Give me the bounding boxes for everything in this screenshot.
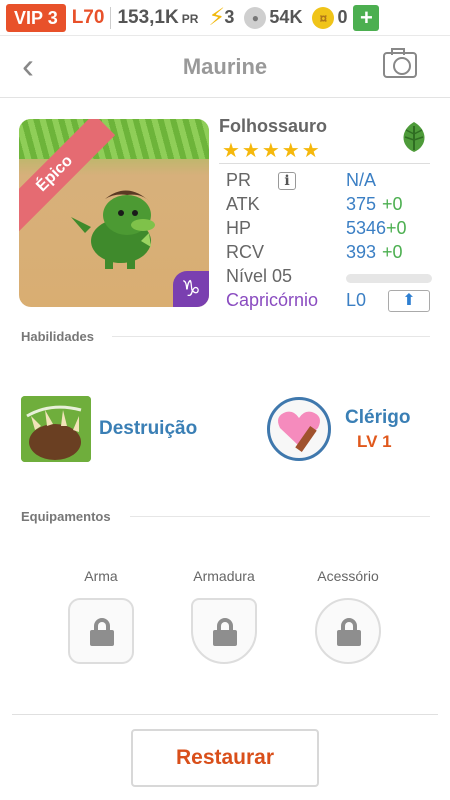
armor-slot[interactable] — [191, 598, 257, 664]
accessory-slot[interactable] — [315, 598, 381, 664]
lightning-icon: ⚡ — [208, 3, 226, 31]
divider — [219, 163, 430, 164]
stat-value-group: 5346+0 — [346, 218, 407, 239]
paw-icon: ● — [244, 6, 267, 29]
claw-icon — [21, 396, 91, 462]
stat-pr: PR i N/A — [226, 170, 432, 194]
skill-cleric-icon[interactable] — [267, 397, 331, 461]
restore-button[interactable]: Restaurar — [131, 729, 319, 787]
skill-level: LV 1 — [357, 432, 392, 451]
equipment-section-title: Equipamentos — [21, 509, 111, 524]
add-currency-button[interactable]: + — [353, 4, 380, 31]
heart-icon — [278, 411, 320, 452]
dinosaur-image — [71, 190, 155, 269]
pet-portrait[interactable]: Épico ♑ — [19, 119, 209, 307]
stat-label: Nível 05 — [226, 266, 293, 286]
stat-label: PR — [226, 170, 252, 190]
stat-label: RCV — [226, 242, 265, 262]
stat-hp: HP 5346+0 — [226, 218, 432, 242]
pet-species-name: Folhossauro — [219, 116, 328, 136]
divider — [110, 6, 112, 29]
lock-icon — [90, 618, 114, 646]
energy-value: 3 — [224, 7, 235, 27]
stat-label: ATK — [226, 194, 260, 214]
lock-icon — [213, 618, 237, 646]
stat-label: HP — [226, 218, 252, 238]
skill-name[interactable]: Destruição — [99, 418, 197, 440]
player-power-value: 153,1K — [117, 6, 179, 28]
stat-zodiac: Capricórnio L0 ⬆ — [226, 290, 432, 314]
skills-section-title: Habilidades — [21, 329, 94, 344]
accessory-label: Acessório — [317, 568, 379, 584]
stat-value: 393 — [346, 242, 377, 262]
stat-atk: ATK 375 +0 — [226, 194, 432, 218]
divider — [112, 336, 430, 337]
stat-bonus: +0 — [382, 194, 403, 214]
page-header: ‹ Maurine — [0, 36, 450, 98]
lock-icon — [337, 618, 361, 646]
stat-value-group: 393 +0 — [346, 242, 403, 263]
camera-icon[interactable] — [383, 48, 417, 78]
status-bar: VIP 3 L70 153,1K PR ⚡ 3 ● 54K ¤ 0 + — [0, 0, 450, 36]
player-power-unit: PR — [181, 11, 199, 26]
skill-name[interactable]: Clérigo — [345, 407, 410, 429]
divider — [12, 714, 438, 715]
zodiac-label[interactable]: Capricórnio — [226, 290, 318, 311]
paw-currency[interactable]: ● 54K — [244, 6, 303, 29]
energy-counter[interactable]: ⚡ 3 — [208, 3, 235, 31]
level-progress-bar — [346, 274, 432, 283]
stat-value-group: 375 +0 — [346, 194, 403, 215]
paw-value: 54K — [269, 7, 303, 27]
stat-bonus: +0 — [386, 218, 407, 238]
coin-value: 0 — [337, 7, 348, 27]
stat-value: N/A — [346, 170, 377, 190]
coin-icon: ¤ — [312, 6, 335, 29]
stats-panel: PR i N/A ATK 375 +0 HP 5346+0 RCV 393 +0 N… — [226, 170, 432, 314]
stat-bonus: +0 — [382, 242, 403, 262]
zodiac-level: L0 — [346, 290, 367, 310]
weapon-label: Arma — [84, 568, 118, 584]
grass-background — [19, 119, 209, 159]
player-level: L70 — [71, 6, 105, 28]
coin-currency[interactable]: ¤ 0 — [312, 6, 348, 29]
vip-badge[interactable]: VIP 3 — [6, 3, 66, 32]
skill-claw-icon[interactable] — [21, 396, 91, 462]
info-icon[interactable]: i — [278, 172, 296, 190]
stat-value: 375 — [346, 194, 377, 214]
leaf-icon — [403, 122, 425, 152]
stat-level: Nível 05 — [226, 266, 432, 290]
stat-value: 5346 — [346, 218, 387, 238]
player-power: 153,1K PR — [117, 7, 198, 29]
stat-rcv: RCV 393 +0 — [226, 242, 432, 266]
armor-label: Armadura — [193, 568, 255, 584]
divider — [130, 516, 430, 517]
zodiac-badge: ♑ — [173, 271, 209, 307]
upgrade-zodiac-button[interactable]: ⬆ — [388, 290, 430, 312]
star-rating: ★★★★★ — [222, 140, 322, 162]
weapon-slot[interactable] — [68, 598, 134, 664]
